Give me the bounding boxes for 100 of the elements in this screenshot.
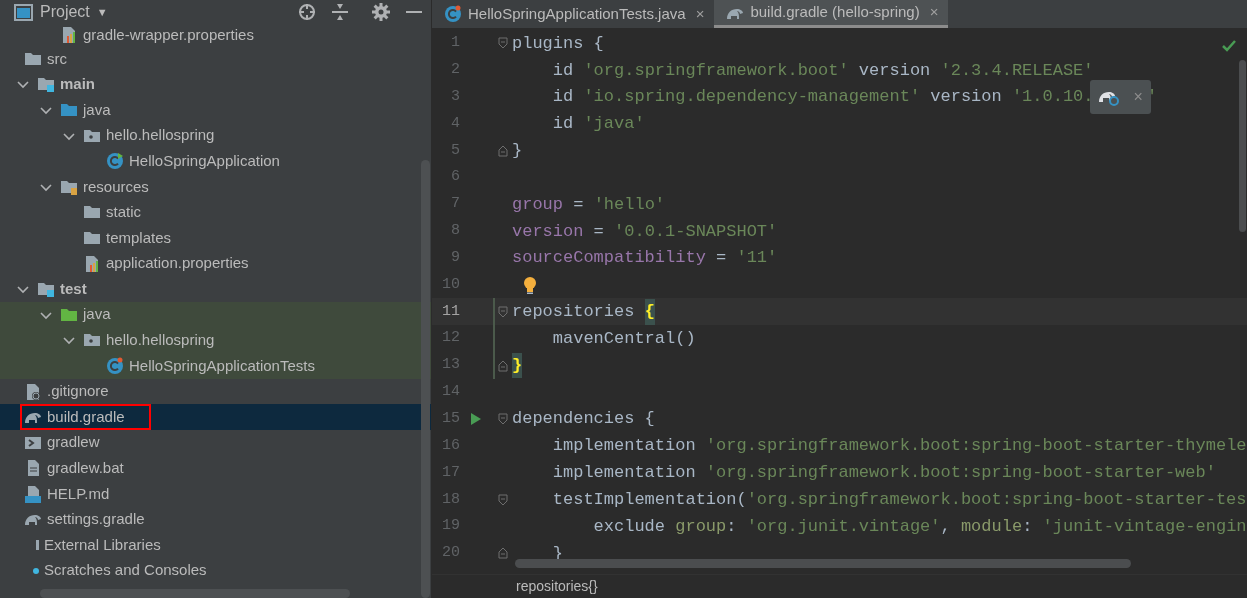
tree-item[interactable]: test	[0, 276, 431, 302]
close-tab-button[interactable]: ×	[929, 1, 939, 24]
item-label: test	[60, 278, 87, 299]
tree-item[interactable]: main	[0, 71, 431, 98]
code-line: implementation 'org.springframework.boot:spring-boot-starter-thymele	[551, 435, 1247, 458]
line-number: 4	[450, 113, 460, 134]
tree-item[interactable]: gradlew	[0, 429, 431, 456]
settings-icon[interactable]	[372, 3, 390, 21]
item-label: .gitignore	[47, 381, 109, 402]
editor-tab[interactable]: build.gradle (hello-spring) ×	[714, 0, 949, 28]
tree-item[interactable]: Scratches and Consoles	[0, 557, 431, 584]
line-number: 3	[450, 86, 460, 107]
line-number: 12	[441, 328, 460, 349]
line-number: 8	[450, 221, 460, 242]
line-number: 19	[441, 516, 460, 537]
tree-item[interactable]: settings.gradle	[0, 506, 431, 533]
scrollbar[interactable]	[1239, 60, 1246, 232]
change-marker[interactable]	[493, 298, 495, 326]
lightbulb-icon[interactable]	[523, 275, 537, 294]
item-label: Scratches and Consoles	[44, 560, 207, 581]
tree-item[interactable]: gradlew.bat	[0, 455, 431, 482]
tree-item[interactable]: HELP.md	[0, 481, 431, 507]
change-marker[interactable]	[493, 325, 495, 353]
close-tab-button[interactable]: ×	[695, 2, 705, 26]
scrollbar[interactable]	[421, 160, 430, 598]
folder-icon	[37, 280, 55, 299]
item-label: hello.hellospring	[106, 330, 215, 351]
line-number: 17	[441, 462, 460, 483]
item-label: HELP.md	[47, 483, 110, 504]
line-number: 11	[441, 301, 460, 322]
tree-item[interactable]: resources	[0, 173, 431, 200]
tree-item[interactable]: build.gradle	[0, 404, 431, 430]
tree-item[interactable]: External Libraries	[0, 532, 431, 558]
item-label: HelloSpringApplicationTests	[129, 355, 315, 376]
code-line: testImplementation('org.springframework.boot:spring-boot-starter-tes	[551, 489, 1247, 511]
item-label: gradlew	[47, 432, 100, 453]
window-icon	[14, 3, 33, 21]
change-marker[interactable]	[493, 352, 495, 379]
fold-icon[interactable]	[498, 37, 508, 50]
tree-item[interactable]: hello.hellospring	[0, 327, 431, 354]
code-line: }	[512, 140, 523, 163]
scrollbar[interactable]	[515, 559, 1131, 568]
tree-item[interactable]: templates	[0, 225, 431, 251]
class-icon	[444, 5, 462, 23]
line-number: 2	[450, 60, 460, 80]
panel-title[interactable]: Project	[40, 0, 90, 24]
tree-item[interactable]: hello.hellospring	[0, 122, 431, 149]
class-icon	[106, 152, 124, 171]
chevron-down-icon[interactable]	[63, 334, 75, 347]
code-line: repositories {	[512, 298, 655, 326]
item-label: src	[47, 48, 67, 69]
fold-icon[interactable]	[498, 359, 508, 372]
locate-icon[interactable]	[298, 3, 316, 21]
tree-item[interactable]: application.properties	[0, 250, 431, 277]
code-line: id 'org.springframework.boot' version '2.3.4.RELEASE'	[551, 59, 1094, 82]
line-number: 13	[441, 355, 460, 376]
fold-icon[interactable]	[498, 413, 508, 426]
item-label: main	[60, 74, 95, 95]
tree-item[interactable]: .gitignore	[0, 378, 431, 405]
breadcrumb[interactable]: repositories{}	[516, 576, 598, 597]
item-label: External Libraries	[44, 534, 161, 555]
line-number: 6	[450, 167, 460, 188]
dropdown-arrow[interactable]: ▼	[96, 3, 108, 21]
line-number: 10	[441, 274, 460, 295]
item-label: resources	[83, 176, 149, 197]
item-label: gradle-wrapper.properties	[83, 24, 254, 45]
code-line: id 'io.spring.dependency-management' version '1.0.10. × '	[512, 83, 1158, 111]
code-line: sourceCompatibility = '11'	[512, 247, 778, 270]
tree-item[interactable]: gradle-wrapper.properties	[0, 24, 431, 46]
check-icon	[1222, 40, 1236, 52]
run-icon[interactable]	[470, 413, 482, 426]
line-number: 20	[441, 543, 460, 564]
item-label: static	[106, 202, 141, 223]
chevron-down-icon[interactable]	[17, 78, 29, 91]
line-number: 7	[450, 194, 460, 215]
line-number: 14	[441, 382, 460, 403]
line-number: 5	[450, 140, 460, 161]
tree-item[interactable]: java	[0, 301, 431, 328]
fold-icon[interactable]	[498, 144, 508, 157]
scratches-icon	[33, 567, 39, 574]
chevron-down-icon[interactable]	[40, 104, 52, 116]
line-number: 9	[450, 247, 460, 268]
folder-icon	[60, 101, 78, 119]
code-line: dependencies {	[512, 408, 655, 431]
tree-item[interactable]: src	[0, 46, 431, 72]
code-line: plugins {	[512, 32, 604, 55]
chevron-down-icon[interactable]	[17, 283, 29, 296]
tree-item[interactable]: HelloSpringApplicationTests	[0, 353, 431, 379]
item-label: settings.gradle	[47, 509, 145, 530]
collapse-icon[interactable]	[332, 3, 348, 21]
fold-icon[interactable]	[498, 493, 508, 506]
tree-item[interactable]: static	[0, 199, 431, 226]
tree-item[interactable]: HelloSpringApplication	[0, 148, 431, 174]
fold-icon[interactable]	[498, 305, 508, 318]
code-line: implementation 'org.springframework.boot:spring-boot-starter-web'	[551, 462, 1216, 485]
class-icon	[106, 356, 124, 375]
folder-icon	[37, 75, 55, 94]
library-icon	[36, 540, 39, 551]
fold-icon[interactable]	[498, 547, 508, 560]
tree-item[interactable]: java	[0, 97, 431, 123]
